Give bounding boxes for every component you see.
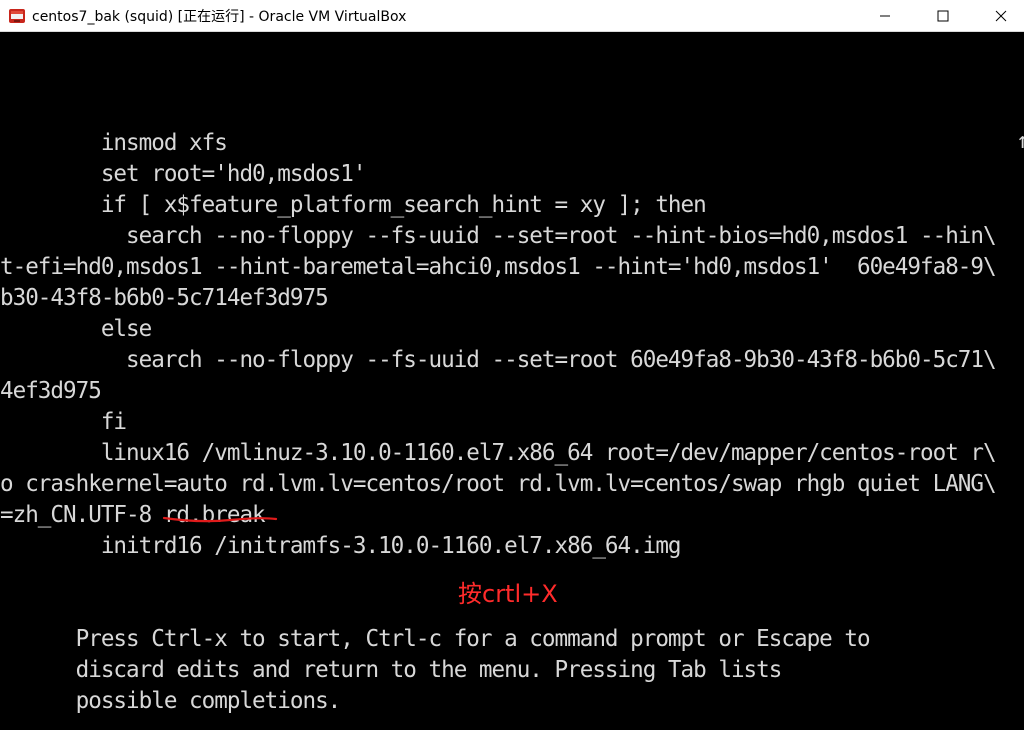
window-title: centos7_bak (squid) [正在运行] - Oracle VM V… [32,9,407,25]
terminal-line: else [0,315,152,343]
terminal-line: initrd16 /initramfs-3.10.0-1160.el7.x86_… [0,532,682,560]
close-icon [995,10,1007,21]
terminal-line: b30-43f8-b6b0-5c714ef3d975 [0,284,329,312]
terminal-line: if [ x$feature_platform_search_hint = xy… [0,191,707,219]
annotation-label: 按crtl+X [458,580,558,608]
minimize-button[interactable] [862,0,908,31]
terminal-line: fi [0,408,127,436]
grub-editor[interactable]: insmod xfs set root='hd0,msdos1' if [ x$… [0,33,1024,730]
terminal-line: search --no-floppy --fs-uuid --set=root … [0,222,997,250]
scroll-indicator: ↑ [1016,129,1024,154]
terminal-line: set root='hd0,msdos1' [0,160,367,188]
terminal-line: insmod xfs [0,129,228,157]
vm-screen[interactable]: insmod xfs set root='hd0,msdos1' if [ x$… [0,33,1024,730]
terminal-line: search --no-floppy --fs-uuid --set=root … [0,346,997,374]
annotation-underline [162,516,278,523]
virtualbox-icon[interactable] [8,7,26,25]
minimize-icon [880,15,890,16]
terminal-line: t-efi=hd0,msdos1 --hint-baremetal=ahci0,… [0,253,997,281]
terminal-line: linux16 /vmlinuz-3.10.0-1160.el7.x86_64 … [0,439,997,467]
close-button[interactable] [978,0,1024,31]
maximize-icon [937,10,949,21]
terminal-line: 4ef3d975 [0,377,102,405]
terminal-line: o crashkernel=auto rd.lvm.lv=centos/root… [0,470,997,498]
terminal-line: Press Ctrl-x to start, Ctrl-c for a comm… [0,625,871,653]
maximize-button[interactable] [920,0,966,31]
terminal-line: discard edits and return to the menu. Pr… [0,656,783,684]
window-titlebar: centos7_bak (squid) [正在运行] - Oracle VM V… [0,0,1024,32]
terminal-line: possible completions. [0,687,342,715]
